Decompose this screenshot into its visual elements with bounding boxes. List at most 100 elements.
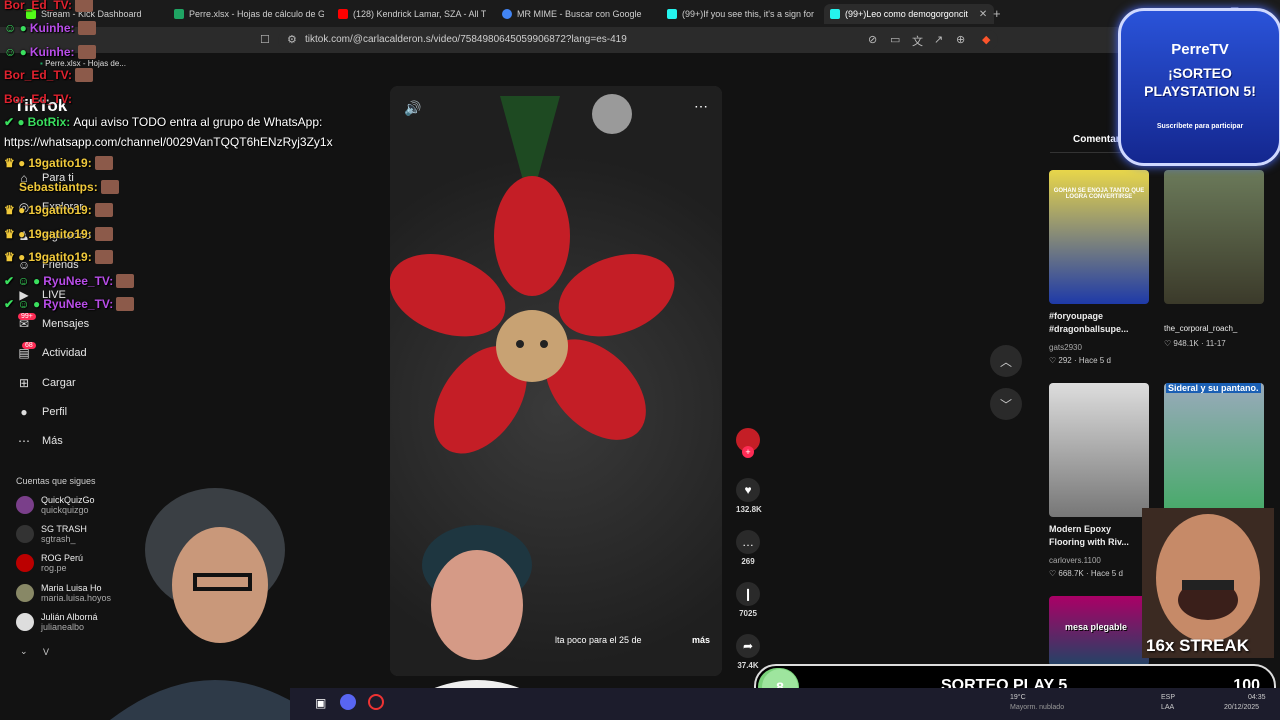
thumbnail-caption: Sideral y su pantano. [1166,383,1261,393]
nav-perfil[interactable]: ● Perfil [16,405,67,419]
bookmark-button[interactable]: ❙ 7025 [736,582,760,618]
video-author[interactable]: the_corporal_roach_ [1164,324,1237,333]
site-info-icon[interactable]: ⚙ [287,33,297,46]
avatar [16,525,34,543]
chat-message: ☺ ● Kuinhe: [4,21,96,35]
chat-message: Bor_Ed_TV: [4,0,94,12]
nav-cargar[interactable]: ⊞ Cargar [16,376,76,390]
video-title[interactable]: Modern Epoxy Flooring with Riv... [1049,523,1149,549]
ornament [592,94,632,134]
clock-time[interactable]: 04:35 [1248,694,1266,701]
chevron-up-icon: ︿ [999,354,1012,369]
more-options-icon[interactable]: ⋯ [694,98,708,115]
video-thumbnail[interactable] [1049,383,1149,517]
chat-message: ✔ ☺ ● RyuNee_TV: [4,297,135,311]
badge-icon: ✔ ☺ ● [4,274,41,288]
emote [94,156,113,170]
avatar [16,584,34,602]
chat-message: ♛ ● 19gatito19: [4,227,113,241]
emote [100,180,119,194]
chat-message: ✔ ● BotRix: Aqui aviso TODO entra al grupo… [4,115,323,129]
url-text[interactable]: tiktok.com/@carlacalderon.s/video/758498… [305,34,627,45]
video-stats: ♡ 948.1K · 11-17 [1164,339,1226,348]
avatar [16,613,34,631]
tab-tiktok-active[interactable]: (99+)Leo como demogorgoncit ✕ [824,4,994,24]
caption-more-link[interactable]: más [692,635,710,645]
tab-sheets[interactable]: Perre.xlsx - Hojas de cálculo de Goog [174,4,324,24]
tiktok-icon [667,9,677,19]
share-icon: ➦ [736,634,760,658]
comment-icon: … [736,530,760,554]
demogorgon-costume [390,176,675,454]
share-page-icon[interactable]: ↗ [934,33,943,46]
heart-outline-icon: ♡ [1164,339,1174,348]
chat-message: ☺ ● Kuinhe: [4,45,96,59]
chat-message: Bor_Ed_TV: [4,92,73,106]
language-indicator[interactable]: ESP [1161,694,1175,701]
video-title[interactable]: #foryoupage #dragonballsupe... [1049,310,1157,336]
chat-link[interactable]: https://whatsapp.com/channel/0029VanTQQT… [4,135,333,149]
new-tab-button[interactable]: + [993,6,1001,21]
following-account[interactable]: Julián Alborná julianealbo [16,612,98,632]
cast-icon[interactable]: ▭ [890,33,900,46]
upload-icon: ⊞ [18,376,30,390]
following-account[interactable]: ROG Perú rog.pe [16,553,83,573]
video-thumbnail[interactable]: Sideral y su pantano. [1164,383,1264,517]
giveaway-badge: PerreTV ¡SORTEO PLAYSTATION 5! Suscríbet… [1118,8,1280,166]
profile-icon: ● [20,405,28,419]
brave-shield-icon[interactable]: ◆ [982,33,990,46]
discord-icon[interactable] [340,694,356,710]
giveaway-cta: Suscríbete para participar [1156,123,1244,130]
bookmark-star-icon[interactable]: ☐ [260,33,270,46]
mute-icon[interactable]: ⊘ [868,33,877,46]
chevron-down-icon[interactable]: ⌄ [20,646,28,657]
crown-icon: ♛ ● [4,203,26,217]
previous-video-button[interactable]: ︿ [990,345,1022,377]
nav-mas[interactable]: ⋯ Más [16,434,63,448]
translate-icon[interactable]: 文 [912,33,923,49]
more-icon: ⋯ [18,434,30,448]
share-button[interactable]: ➦ 37.4K [736,634,760,670]
video-author[interactable]: carlovers.1100 [1049,556,1101,565]
emote [94,203,113,217]
crown-icon: ♛ ● [4,227,26,241]
emote [94,250,113,264]
address-bar-area [0,27,1280,53]
badge-icon: ✔ ● [4,115,25,129]
install-icon[interactable]: ⊕ [956,33,965,46]
tab-google[interactable]: MR MIME - Buscar con Google [502,4,652,24]
emote [94,227,113,241]
video-thumbnail[interactable]: mesa plegable [1049,596,1149,666]
close-tab-icon[interactable]: ✕ [979,9,987,20]
chevron-down-icon: ﹀ [999,397,1012,412]
comment-button[interactable]: … 269 [736,530,760,566]
video-stats: ♡ 668.7K · Hace 5 d [1049,569,1123,578]
emote [77,21,96,35]
giveaway-title: ¡SORTEO [1168,65,1232,81]
video-thumbnail[interactable] [1164,170,1264,304]
streak-label: 16x STREAK [1146,636,1249,655]
clock-date[interactable]: 20/12/2025 [1224,704,1259,711]
video-thumbnail[interactable]: GOHAN SE ENOJA TANTO QUE LOGRA CONVERTIR… [1049,170,1149,304]
following-account[interactable]: Maria Luisa Ho maria.luisa.hoyos [16,583,111,603]
badge-icon: ✔ ☺ ● [4,297,41,311]
follow-plus-icon[interactable]: + [742,446,754,458]
video-author[interactable]: gats2930 [1049,343,1082,352]
creator-avatar[interactable]: + [736,428,760,458]
chat-message: ♛ ● 19gatito19: [4,156,113,170]
record-icon[interactable] [368,694,384,710]
tab-tiktok-sign[interactable]: (99+)If you see this, it's a sign for yo [667,4,815,24]
folder-icon[interactable]: ▣ [315,696,326,710]
following-account[interactable]: QuickQuizGo quickquizgo [16,495,95,515]
chat-message: ♛ ● 19gatito19: [4,203,113,217]
bookmark-icon: ❙ [736,582,760,606]
volume-icon[interactable]: 🔊 [404,100,421,117]
following-account[interactable]: SG TRASH sgtrash_ [16,524,87,544]
heart-outline-icon: ♡ [1049,356,1059,365]
chat-message: Sebastiantps: [4,180,119,194]
tab-youtube[interactable]: (128) Kendrick Lamar, SZA - All T [338,4,486,24]
emote [75,68,94,82]
see-more-label[interactable]: V [43,647,49,657]
like-button[interactable]: ♥ 132.8K [736,478,762,514]
next-video-button[interactable]: ﹀ [990,388,1022,420]
